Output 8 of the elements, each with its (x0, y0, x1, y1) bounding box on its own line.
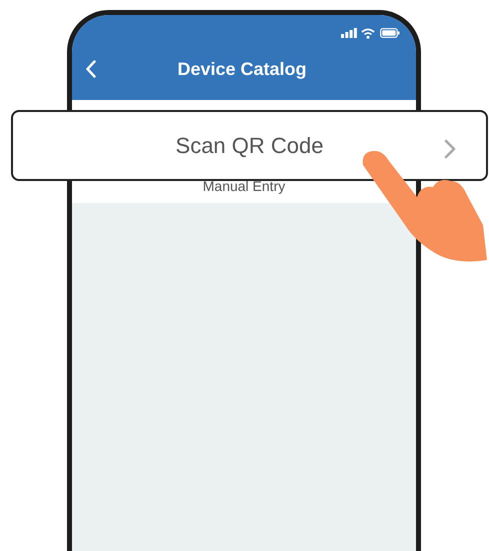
chevron-right-icon (444, 139, 456, 159)
signal-icon (341, 28, 357, 38)
scan-qr-option[interactable]: Scan QR Code (11, 110, 488, 181)
battery-icon (380, 28, 400, 38)
screen-title: Device Catalog (176, 58, 308, 81)
manual-entry-option[interactable]: Manual Entry (202, 178, 286, 194)
wifi-icon (361, 28, 375, 39)
back-icon[interactable] (86, 60, 96, 78)
